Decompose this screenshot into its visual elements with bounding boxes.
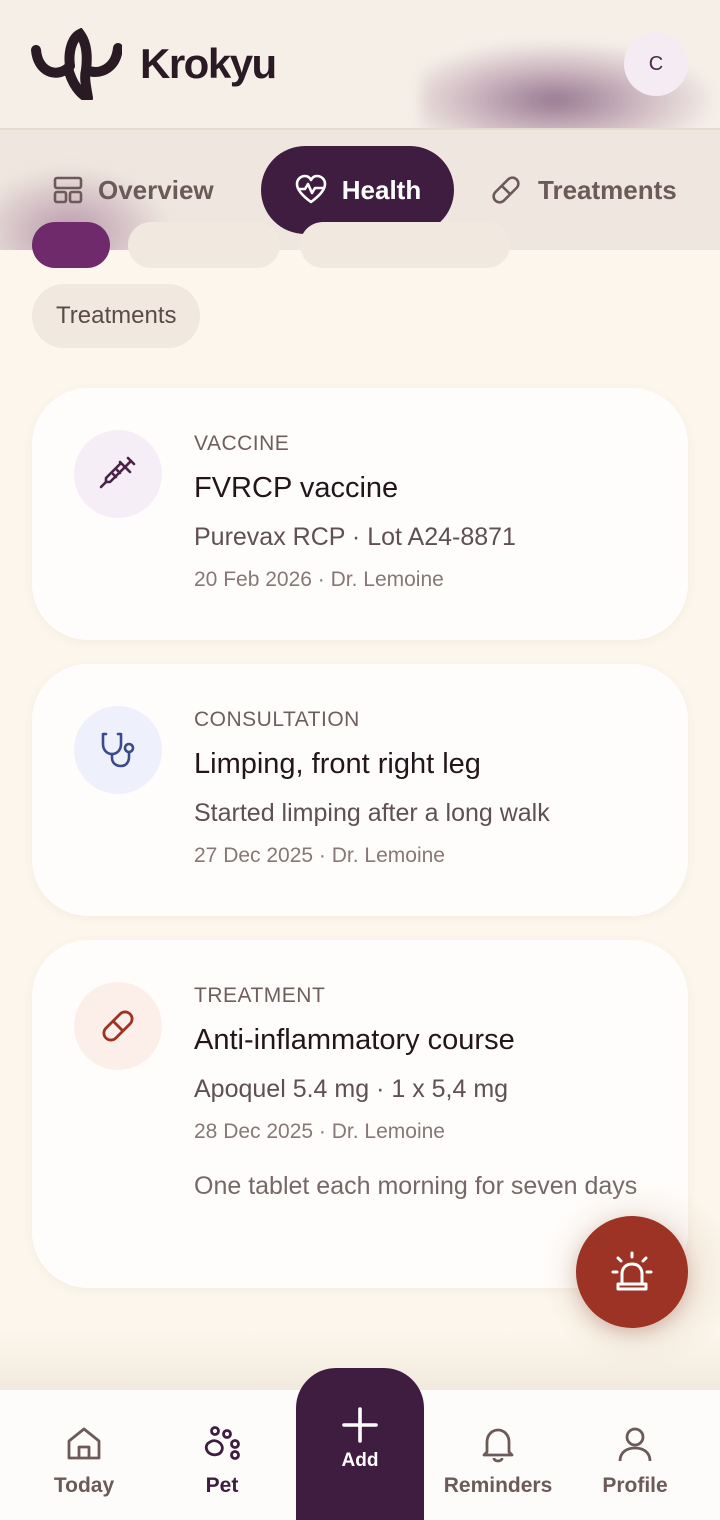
avatar[interactable]: C	[624, 32, 688, 96]
filter-chip-treatments[interactable]: Treatments	[32, 284, 201, 348]
heart-pulse-icon	[295, 174, 327, 204]
tab-health[interactable]: Health	[261, 146, 454, 234]
tab-treatments-label: Treatments	[538, 174, 677, 205]
pill-icon	[492, 176, 520, 204]
nav-profile-label: Profile	[602, 1474, 668, 1497]
nav-pet[interactable]: Pet	[162, 1424, 282, 1498]
record-title: Limping, front right leg	[194, 748, 481, 780]
user-icon	[618, 1427, 652, 1462]
stethoscope-icon	[101, 732, 135, 768]
app-name: Krokyu	[140, 40, 277, 87]
syringe-icon	[99, 456, 136, 489]
record-icon-wrap	[74, 430, 162, 518]
bell-icon	[482, 1428, 514, 1463]
nav-today-label: Today	[53, 1474, 115, 1497]
filter-chip[interactable]	[300, 222, 510, 268]
record-title: FVRCP vaccine	[194, 472, 399, 504]
record-icon-wrap	[74, 706, 162, 794]
app-logo[interactable]: Krokyu	[30, 28, 277, 100]
record-icon-wrap	[74, 982, 162, 1070]
record-title: Anti-inflammatory course	[194, 1024, 515, 1056]
record-subtitle: Started limping after a long walk	[194, 799, 550, 827]
emergency-alarm-button[interactable]	[576, 1216, 688, 1328]
filter-chip-active[interactable]	[32, 222, 110, 268]
record-meta: 20 Feb 2026 · Dr. Lemoine	[194, 568, 444, 591]
nav-profile[interactable]: Profile	[575, 1424, 695, 1498]
nav-today[interactable]: Today	[24, 1424, 144, 1498]
krokyu-logo-icon	[31, 28, 122, 100]
record-type: VACCINE	[194, 432, 290, 455]
record-subtitle: Purevax RCP · Lot A24-8871	[194, 523, 516, 551]
record-subtitle: Apoquel 5.4 mg · 1 x 5,4 mg	[194, 1075, 509, 1103]
record-meta: 28 Dec 2025 · Dr. Lemoine	[194, 1120, 445, 1143]
tab-health-label: Health	[341, 174, 422, 205]
pill-icon	[102, 1010, 134, 1042]
filter-chip[interactable]	[128, 222, 280, 268]
record-card-consultation[interactable]: CONSULTATION Limping, front right leg St…	[32, 664, 688, 916]
app-header: Krokyu C	[0, 0, 720, 130]
nav-reminders-label: Reminders	[443, 1474, 553, 1497]
layout-icon	[53, 176, 83, 204]
add-button[interactable]: Add	[296, 1368, 424, 1520]
plus-icon	[342, 1407, 378, 1443]
tab-overview-label: Overview	[98, 174, 214, 205]
alarm-icon	[611, 1251, 653, 1291]
record-meta: 27 Dec 2025 · Dr. Lemoine	[194, 844, 445, 867]
record-type: TREATMENT	[194, 984, 326, 1007]
add-button-label: Add	[341, 1450, 379, 1471]
record-type: CONSULTATION	[194, 708, 360, 731]
tab-treatments[interactable]: Treatments	[488, 146, 677, 234]
nav-reminders[interactable]: Reminders	[438, 1424, 558, 1498]
record-card-vaccine[interactable]: VACCINE FVRCP vaccine Purevax RCP · Lot …	[32, 388, 688, 640]
paw-icon	[204, 1426, 240, 1460]
tab-overview[interactable]: Overview	[52, 146, 214, 234]
nav-pet-label: Pet	[205, 1474, 239, 1497]
home-icon	[67, 1427, 101, 1460]
